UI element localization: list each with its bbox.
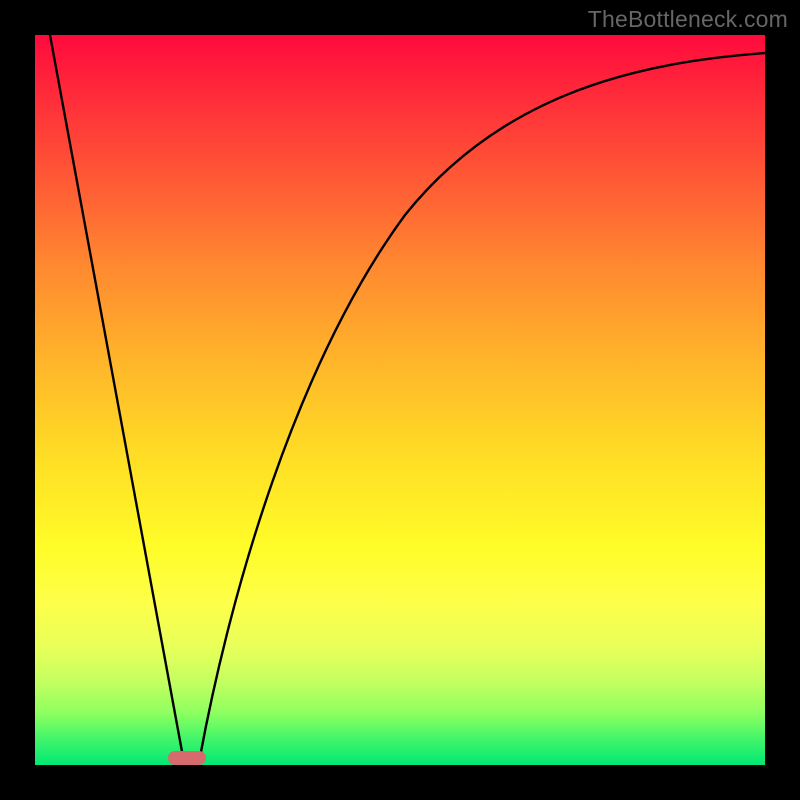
curve-right-segment: [200, 53, 765, 757]
dip-marker: [168, 751, 206, 765]
chart-frame: TheBottleneck.com: [0, 0, 800, 800]
watermark-text: TheBottleneck.com: [588, 6, 788, 33]
plot-area: [35, 35, 765, 765]
curve-left-segment: [50, 35, 183, 757]
bottleneck-curve: [35, 35, 765, 765]
